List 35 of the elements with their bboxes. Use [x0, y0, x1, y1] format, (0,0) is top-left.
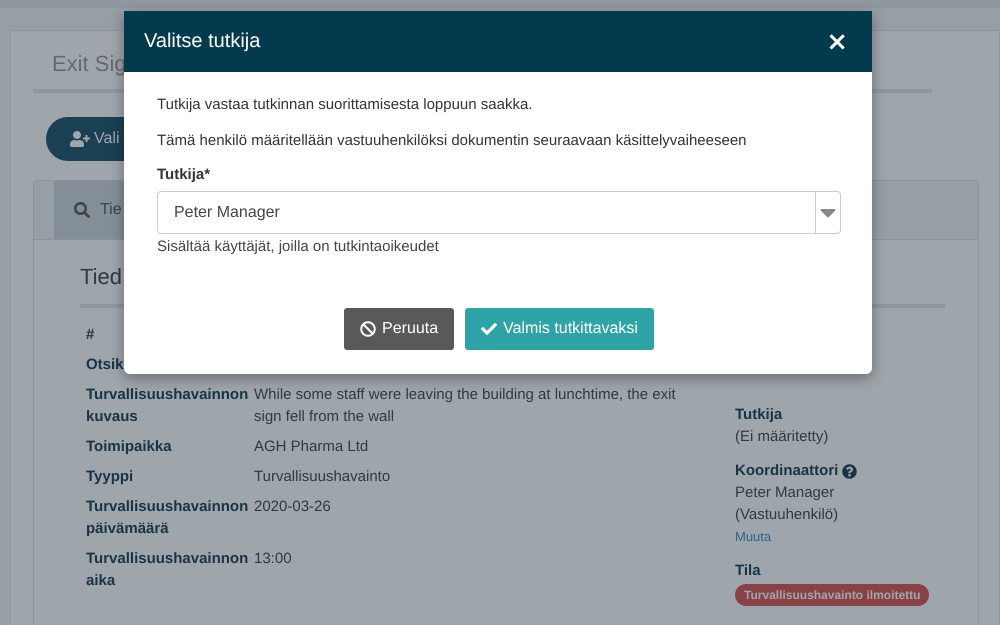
ban-icon [360, 321, 376, 337]
add-user-icon [70, 129, 90, 149]
field-value: Peter Manager [735, 483, 836, 503]
field-label: Turvallisuushavainnon päivämäärä [86, 497, 250, 539]
assign-button[interactable]: Vali [46, 117, 126, 161]
dialog-text: Tutkija vastaa tutkinnan suorittamisesta loppuun saakka. [157, 95, 534, 115]
dialog-title: Valitse tutkija [144, 30, 260, 53]
field-value: While some staff were leaving the building at lunchtime, the exit sign fell from the wall [254, 385, 677, 427]
field-label: Turvallisuushavainnon kuvaus [86, 385, 250, 427]
field-label: Koordinaattori [735, 461, 838, 481]
search-icon [74, 202, 90, 218]
change-link[interactable]: Muuta [735, 526, 925, 548]
field-label: Tila [735, 561, 761, 581]
check-icon [481, 321, 498, 337]
field-value: Turvallisuushavainto [254, 467, 392, 487]
field-label: Tyyppi [86, 467, 134, 487]
field-label: Otsik [86, 355, 125, 375]
status-badge: Turvallisuushavainto ilmoitettu [735, 584, 930, 606]
field-value: 2020-03-26 [254, 497, 332, 517]
field-value: AGH Pharma Ltd [254, 437, 370, 457]
field-value: (Ei määritetty) [735, 427, 830, 447]
help-icon[interactable] [842, 464, 858, 478]
cancel-button[interactable]: Peruuta [344, 308, 454, 350]
field-value: 13:00 [254, 549, 293, 569]
field-label: Toimipaikka [86, 437, 173, 457]
help-text: Sisältää käyttäjät, joilla on tutkintaoikeudet [157, 238, 440, 255]
field-label: Tutkija [735, 405, 782, 425]
field-label: # [86, 325, 96, 345]
close-button[interactable]: × [826, 28, 848, 54]
confirm-button[interactable]: Valmis tutkittavaksi [465, 308, 654, 350]
dialog-text: Tämä henkilö määritellään vastuuhenkilöksi dokumentin seuraavaan käsittelyvaiheeseen [157, 131, 748, 151]
field-label: Turvallisuushavainnon aika [86, 549, 250, 591]
investigator-select[interactable]: Peter Manager [157, 191, 841, 234]
field-value: (Vastuuhenkilö) [735, 505, 840, 525]
field-label: Tutkija* [157, 166, 212, 183]
